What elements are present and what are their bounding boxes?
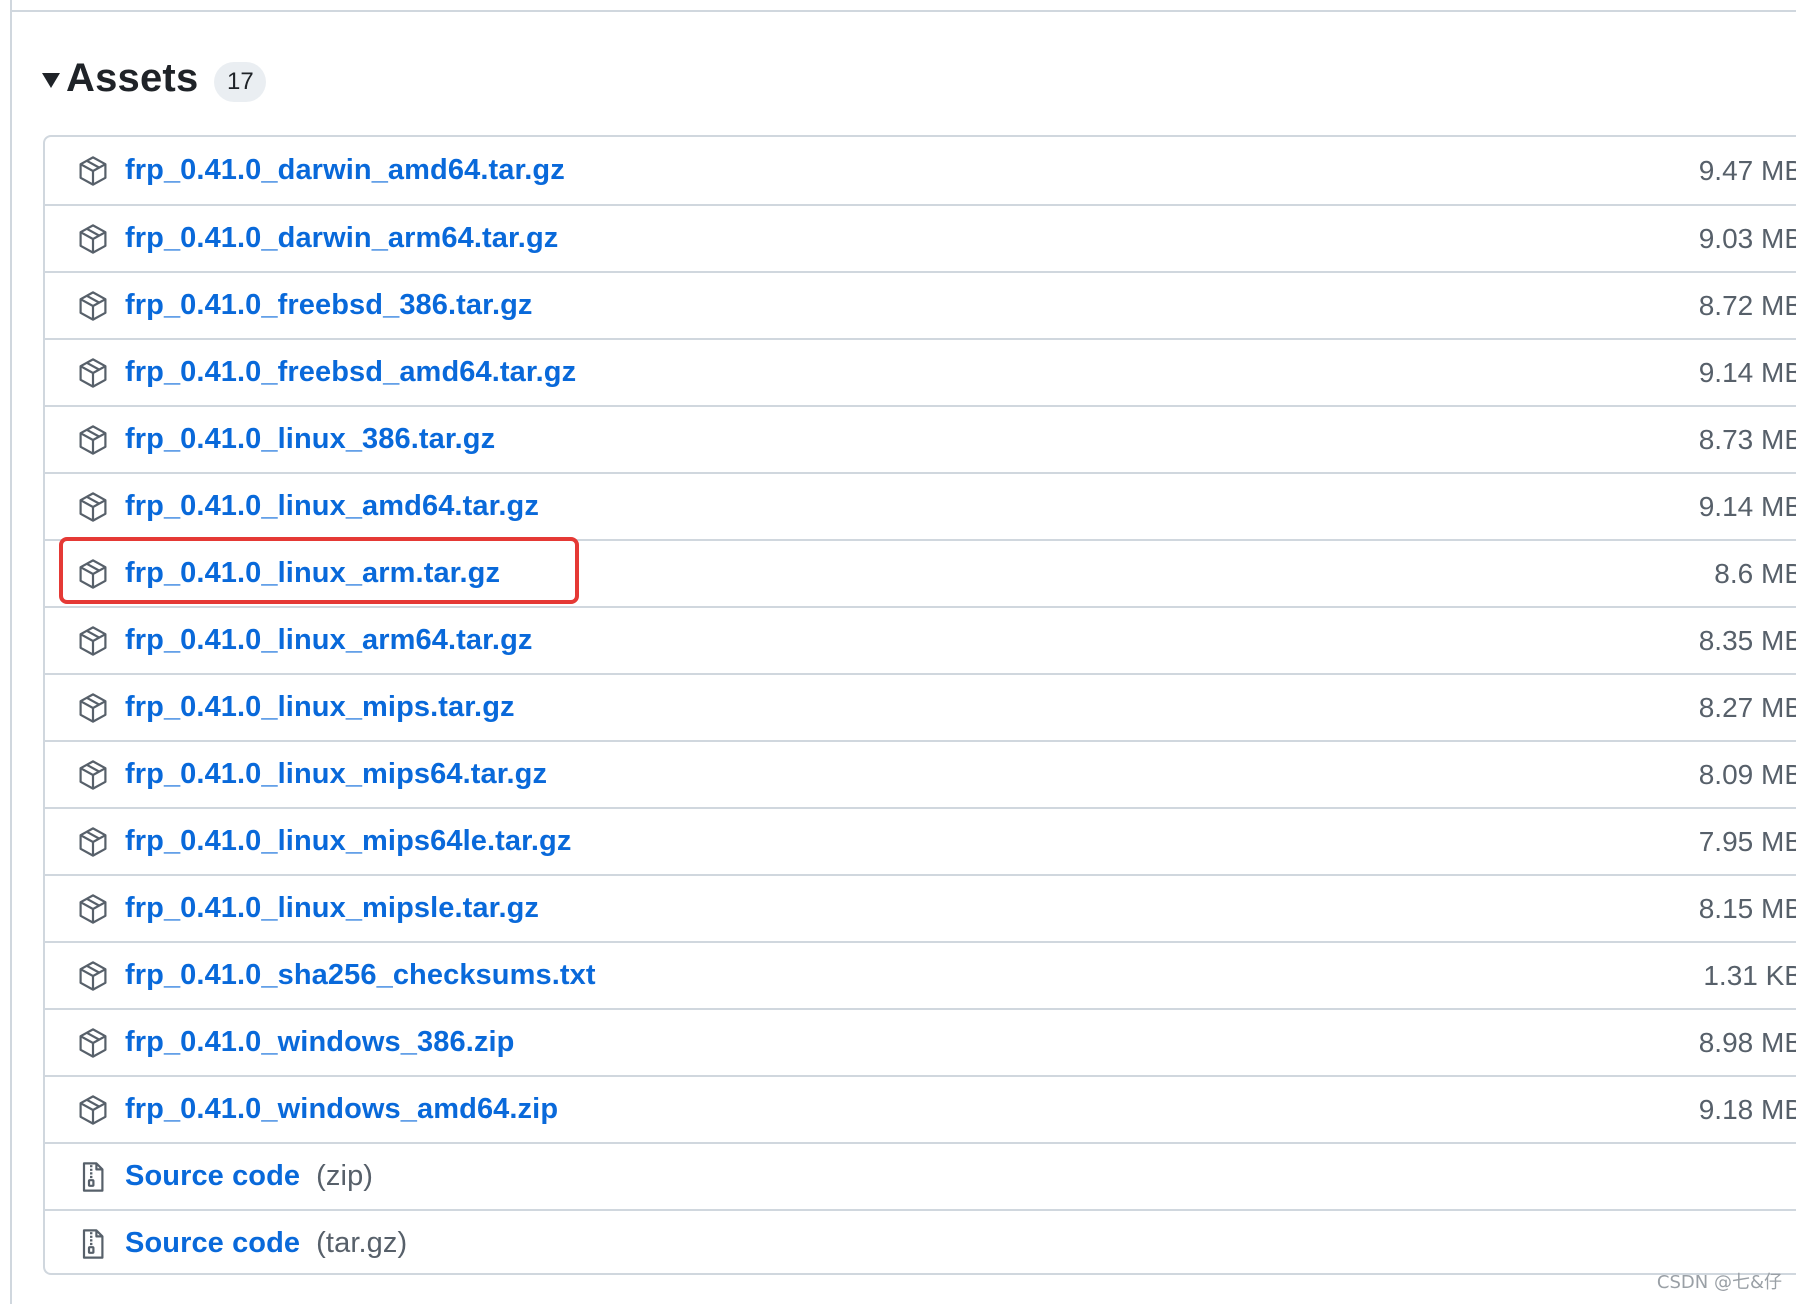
assets-count-badge: 17 [214, 62, 267, 102]
package-icon [77, 491, 109, 523]
asset-row: frp_0.41.0_linux_mips64.tar.gz 8.09 MB [45, 740, 1796, 807]
package-icon [77, 424, 109, 456]
asset-size: 7.95 MB [1698, 825, 1796, 857]
source-code-link[interactable]: Source code (zip) [125, 1160, 373, 1193]
assets-list: frp_0.41.0_darwin_amd64.tar.gz 9.47 MB frp… [43, 135, 1796, 1275]
asset-link[interactable]: frp_0.41.0_darwin_amd64.tar.gz [125, 154, 565, 187]
asset-row: frp_0.41.0_linux_arm.tar.gz 8.6 MB [45, 539, 1796, 606]
package-icon [77, 290, 109, 322]
asset-link[interactable]: frp_0.41.0_linux_arm64.tar.gz [125, 624, 533, 657]
asset-link[interactable]: frp_0.41.0_windows_amd64.zip [125, 1093, 558, 1126]
asset-link[interactable]: frp_0.41.0_linux_mips.tar.gz [125, 691, 515, 724]
asset-row: frp_0.41.0_darwin_arm64.tar.gz 9.03 MB [45, 204, 1796, 271]
asset-link[interactable]: frp_0.41.0_linux_386.tar.gz [125, 423, 495, 456]
asset-size: 8.98 MB [1698, 1026, 1796, 1058]
source-code-format: (tar.gz) [316, 1227, 408, 1259]
source-code-label: Source code [125, 1160, 301, 1192]
asset-link[interactable]: frp_0.41.0_linux_mips64.tar.gz [125, 758, 547, 791]
package-icon [77, 1094, 109, 1126]
asset-row: frp_0.41.0_linux_mipsle.tar.gz 8.15 MB [45, 874, 1796, 941]
triangle-down-icon [42, 72, 60, 88]
assets-title: Assets [66, 55, 199, 100]
asset-link[interactable]: frp_0.41.0_linux_mips64le.tar.gz [125, 825, 571, 858]
asset-link[interactable]: frp_0.41.0_freebsd_amd64.tar.gz [125, 356, 576, 389]
asset-size: 8.35 MB [1698, 624, 1796, 656]
asset-size: 8.73 MB [1698, 423, 1796, 455]
package-icon [77, 1027, 109, 1059]
asset-row: frp_0.41.0_darwin_amd64.tar.gz 9.47 MB [45, 137, 1796, 204]
asset-size: 9.03 MB [1698, 222, 1796, 254]
asset-row: frp_0.41.0_freebsd_amd64.tar.gz 9.14 MB [45, 338, 1796, 405]
asset-size: 8.27 MB [1698, 691, 1796, 723]
asset-row: frp_0.41.0_linux_mips64le.tar.gz 7.95 MB [45, 807, 1796, 874]
package-icon [77, 826, 109, 858]
source-code-link[interactable]: Source code (tar.gz) [125, 1227, 407, 1260]
asset-size: 9.14 MB [1698, 356, 1796, 388]
package-icon [77, 155, 109, 187]
asset-link[interactable]: frp_0.41.0_darwin_arm64.tar.gz [125, 222, 558, 255]
package-icon [77, 625, 109, 657]
asset-row: frp_0.41.0_linux_386.tar.gz 8.73 MB [45, 405, 1796, 472]
asset-size: 8.6 MB [1714, 557, 1796, 589]
package-icon [77, 223, 109, 255]
asset-row: frp_0.41.0_linux_mips.tar.gz 8.27 MB [45, 673, 1796, 740]
asset-link[interactable]: frp_0.41.0_freebsd_386.tar.gz [125, 289, 533, 322]
asset-size: 8.09 MB [1698, 758, 1796, 790]
asset-size: 9.18 MB [1698, 1093, 1796, 1125]
file-zip-icon [77, 1161, 109, 1193]
asset-link[interactable]: frp_0.41.0_sha256_checksums.txt [125, 959, 596, 992]
package-icon [77, 692, 109, 724]
source-code-format: (zip) [316, 1160, 374, 1192]
asset-size: 9.14 MB [1698, 490, 1796, 522]
watermark: CSDN @七&仔 [1656, 1272, 1782, 1293]
package-icon [77, 759, 109, 791]
source-code-row: Source code (tar.gz) [45, 1209, 1796, 1276]
page-frame-left [10, 0, 12, 1304]
asset-link[interactable]: frp_0.41.0_linux_amd64.tar.gz [125, 490, 539, 523]
assets-toggle[interactable]: Assets 17 [42, 50, 267, 106]
asset-link[interactable]: frp_0.41.0_windows_386.zip [125, 1026, 514, 1059]
file-zip-icon [77, 1228, 109, 1260]
page-frame-top [10, 0, 1796, 12]
asset-size: 1.31 KB [1703, 959, 1796, 991]
package-icon [77, 960, 109, 992]
source-code-label: Source code [125, 1227, 301, 1259]
asset-size: 9.47 MB [1698, 154, 1796, 186]
asset-link[interactable]: frp_0.41.0_linux_mipsle.tar.gz [125, 892, 539, 925]
package-icon [77, 357, 109, 389]
package-icon [77, 893, 109, 925]
asset-row: frp_0.41.0_linux_amd64.tar.gz 9.14 MB [45, 472, 1796, 539]
asset-row: frp_0.41.0_windows_amd64.zip 9.18 MB [45, 1075, 1796, 1142]
asset-row: frp_0.41.0_freebsd_386.tar.gz 8.72 MB [45, 271, 1796, 338]
asset-link[interactable]: frp_0.41.0_linux_arm.tar.gz [125, 557, 500, 590]
source-code-row: Source code (zip) [45, 1142, 1796, 1209]
asset-size: 8.15 MB [1698, 892, 1796, 924]
asset-size: 8.72 MB [1698, 289, 1796, 321]
asset-row: frp_0.41.0_linux_arm64.tar.gz 8.35 MB [45, 606, 1796, 673]
asset-row: frp_0.41.0_sha256_checksums.txt 1.31 KB [45, 941, 1796, 1008]
package-icon [77, 558, 109, 590]
asset-row: frp_0.41.0_windows_386.zip 8.98 MB [45, 1008, 1796, 1075]
